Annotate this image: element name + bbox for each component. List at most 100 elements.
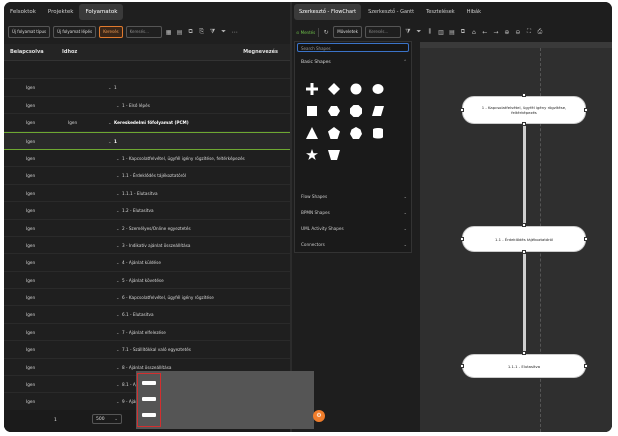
table-row[interactable]: Igen ⌄ 2 - Személyes/Online egyeztetés xyxy=(4,220,290,237)
chevron-down-icon[interactable]: ⌄ xyxy=(116,173,120,178)
chevron-down-icon[interactable]: ⌄ xyxy=(116,365,120,370)
plus-shape-icon[interactable] xyxy=(305,82,318,95)
hexagon-shape-icon[interactable] xyxy=(327,104,340,117)
fit-icon[interactable]: ⛶ xyxy=(525,28,533,36)
link-icon[interactable]: ⌂ xyxy=(470,29,478,36)
table-row[interactable]: Igen ⌄ 1 - Első lépés xyxy=(4,97,290,115)
tab-tests[interactable]: Tesztelések xyxy=(421,4,460,20)
zoom-out-icon[interactable]: ⊖ xyxy=(514,29,522,36)
shape-search-input[interactable]: Search Shapes xyxy=(297,43,409,52)
table-row[interactable]: Igen ⌄ 1 xyxy=(4,131,290,150)
chevron-down-icon[interactable]: ⌄ xyxy=(116,103,120,108)
table-row[interactable]: Igen ⌄ 1 - Kapcsolatfelvétel, ügyfél igény… xyxy=(4,150,290,168)
copy-icon[interactable]: ⧉ xyxy=(187,28,195,36)
more-icon[interactable]: ⋯ xyxy=(231,29,239,36)
table-row[interactable]: Igen ⌄ 4 - Ajánlat küldése xyxy=(4,254,290,272)
chevron-down-icon[interactable]: ⌄ xyxy=(116,382,120,387)
connector-line[interactable] xyxy=(523,252,526,352)
chevron-down-icon[interactable]: ⌄ xyxy=(116,191,120,196)
flow-node[interactable]: 1 - Kapcsolatfelvétel, ügyfél igény rögz… xyxy=(462,96,586,124)
uml-activity-shapes-group[interactable]: UML Activity Shapes ⌄ xyxy=(301,226,407,231)
chevron-down-icon[interactable]: ⌄ xyxy=(116,330,120,335)
resize-handle[interactable] xyxy=(584,237,588,241)
filter-clear-icon[interactable]: ⧩ xyxy=(404,28,412,36)
diamond-shape-icon[interactable] xyxy=(327,82,340,95)
parallelogram-shape-icon[interactable] xyxy=(371,104,384,117)
export-icon[interactable]: ⎙ xyxy=(536,28,544,36)
column-header-enabled[interactable]: Beiapcsolva xyxy=(10,49,44,55)
column-header-assigned[interactable]: Idhoz xyxy=(62,49,77,55)
paste-icon[interactable]: ⎘ xyxy=(198,28,206,36)
help-button[interactable]: ⚙ xyxy=(313,410,325,422)
basic-shapes-header[interactable]: Basic Shapes ⌃ xyxy=(301,60,407,65)
resize-handle[interactable] xyxy=(460,237,464,241)
align-icon[interactable]: ⫼ xyxy=(426,28,434,36)
bpmn-shapes-group[interactable]: BPMN Shapes ⌄ xyxy=(301,210,407,215)
chevron-down-icon[interactable]: ⌄ xyxy=(108,120,112,125)
ellipse-shape-icon[interactable] xyxy=(371,82,384,95)
new-process-type-button[interactable]: Új folyamat típus xyxy=(8,26,51,38)
distribute-icon[interactable]: ▥ xyxy=(437,29,445,36)
flowchart-canvas[interactable]: 1 - Kapcsolatfelvétel, ügyfél igény rögz… xyxy=(420,42,612,432)
columns-icon[interactable]: ▤ xyxy=(176,29,184,36)
chevron-down-icon[interactable]: ⌄ xyxy=(116,295,120,300)
tab-felsoktok[interactable]: Felsoktok xyxy=(4,4,42,20)
table-row[interactable]: Igen ⌄ 5 - Ajánlat követése xyxy=(4,272,290,290)
table-row[interactable]: Igen ⌄ 7 - Ajánlat elfelezése xyxy=(4,324,290,342)
tab-bugs[interactable]: Hibák xyxy=(462,4,486,20)
resize-handle[interactable] xyxy=(460,108,464,112)
table-row[interactable]: Igen ⌄ 6.1 - Elutasítva xyxy=(4,306,290,324)
tab-projektek[interactable]: Projektek xyxy=(42,4,80,20)
flow-shapes-group[interactable]: Flow Shapes ⌄ xyxy=(301,194,407,199)
column-header-name[interactable]: Megnevezés xyxy=(243,49,278,55)
table-row[interactable]: Igen ⌄ 7.1 - Szállítókkal való egyeztetés xyxy=(4,341,290,359)
save-button[interactable]: ⊙ Mentés xyxy=(296,30,315,35)
new-process-step-button[interactable]: Új folyamat lépés xyxy=(53,26,97,38)
resize-handle[interactable] xyxy=(522,93,526,97)
canvas-minimap[interactable] xyxy=(136,371,314,429)
resize-handle[interactable] xyxy=(584,364,588,368)
chevron-down-icon[interactable]: ⌄ xyxy=(108,139,112,144)
table-row[interactable]: Igen ⌄ 1 xyxy=(4,79,290,97)
actions-dropdown[interactable]: Műveletek xyxy=(333,26,362,38)
arrow-right-icon[interactable]: → xyxy=(492,29,500,36)
tab-gantt-editor[interactable]: Szerkesztő - Gantt xyxy=(363,4,419,20)
resize-handle[interactable] xyxy=(460,364,464,368)
circle-shape-icon[interactable] xyxy=(349,82,362,95)
page-size-select[interactable]: 500 ⌄ xyxy=(92,414,122,424)
arrow-left-icon[interactable]: ← xyxy=(481,29,489,36)
flow-node[interactable]: 1.1.1 - Elutasítva xyxy=(462,354,586,378)
resize-handle[interactable] xyxy=(522,122,526,126)
chevron-down-icon[interactable]: ⌄ xyxy=(116,243,120,248)
trapezoid-shape-icon[interactable] xyxy=(327,148,340,161)
zoom-in-icon[interactable]: ⊕ xyxy=(503,29,511,36)
chevron-down-icon[interactable]: ⌄ xyxy=(116,347,120,352)
chevron-down-icon[interactable]: ⌄ xyxy=(108,85,112,90)
table-row[interactable]: Igen Igen ⌄ Kereskedelmi főfolyamat (PCM) xyxy=(4,114,290,132)
resize-handle[interactable] xyxy=(584,108,588,112)
resize-handle[interactable] xyxy=(522,223,526,227)
table-row[interactable]: Igen ⌄ 3 - Indikatív ajánlat összeállítása xyxy=(4,237,290,255)
table-row[interactable]: Igen ⌄ 1.1 - Érdeklődés tájékoztatóról xyxy=(4,167,290,185)
layout-icon[interactable]: ▤ xyxy=(448,29,456,36)
flow-node[interactable]: 1.1 - Érdeklődés tájékoztatóról xyxy=(462,226,586,252)
resize-handle[interactable] xyxy=(522,250,526,254)
pentagon-shape-icon[interactable] xyxy=(327,126,340,139)
octagon-shape-icon[interactable] xyxy=(349,104,362,117)
resize-handle[interactable] xyxy=(522,351,526,355)
heptagon-shape-icon[interactable] xyxy=(349,126,362,139)
chevron-down-icon[interactable]: ⌄ xyxy=(116,278,120,283)
table-row[interactable] xyxy=(4,62,290,80)
group-icon[interactable]: ⧉ xyxy=(459,28,467,36)
search-input[interactable]: Keresés... xyxy=(125,26,162,38)
page-number[interactable]: 1 xyxy=(54,418,57,423)
filter-icon[interactable]: ⏷ xyxy=(415,28,423,36)
connectors-group[interactable]: Connectors ⌄ xyxy=(301,242,407,247)
refresh-icon[interactable]: ↻ xyxy=(322,29,330,36)
chevron-down-icon[interactable]: ⌄ xyxy=(116,208,120,213)
table-row[interactable]: Igen ⌄ 6 - Kapcsolatfelvétel, ügyfél igény… xyxy=(4,289,290,307)
chevron-down-icon[interactable]: ⌄ xyxy=(116,226,120,231)
connector-line[interactable] xyxy=(523,124,526,226)
editor-search-input[interactable]: Keresés... xyxy=(364,26,401,38)
grid-icon[interactable]: ▦ xyxy=(165,29,173,36)
